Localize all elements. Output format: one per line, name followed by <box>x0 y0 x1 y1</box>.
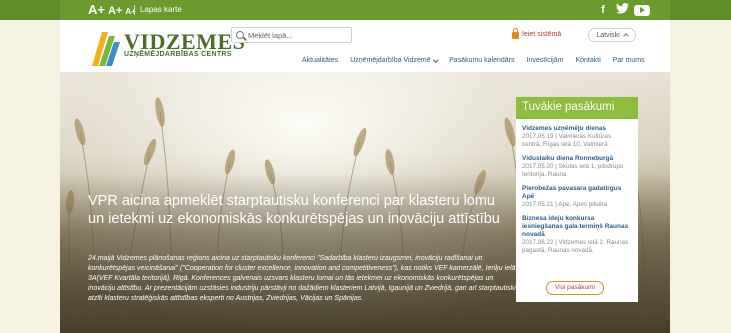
event-title[interactable]: Pierobežas pavasara gadatirgus Apē <box>522 185 632 201</box>
font-size-medium-button[interactable]: A+ <box>108 5 122 17</box>
search-box <box>231 27 352 43</box>
login-label: Ieiet sistēmā <box>522 31 562 38</box>
language-select[interactable]: Latviski <box>588 28 636 42</box>
nav-item-investicijam[interactable]: Investīcijām <box>526 57 563 64</box>
search-input[interactable] <box>248 29 348 41</box>
divider <box>134 5 135 15</box>
login-link[interactable]: Ieiet sistēmā <box>512 28 562 39</box>
event-info: 2017.05.20 | Skolas iela 1, pilsdrupu te… <box>522 163 624 178</box>
twitter-icon[interactable] <box>615 3 629 17</box>
nav-item-pasakumu-kalendars[interactable]: Pasākumu kalendārs <box>449 57 514 64</box>
site-map-link[interactable]: Lapas karte <box>140 5 182 14</box>
nav-item-label: Uzņēmējdarbība Vidzemē <box>350 57 431 64</box>
nav-item-aktualitates[interactable]: Aktualitātes <box>302 57 338 64</box>
event-info: 2017.05.19 | Valmieras Kultūras centrā, … <box>522 133 612 148</box>
lock-icon <box>512 28 519 39</box>
social-links: f <box>596 3 650 17</box>
nav-item-par-mums[interactable]: Par mums <box>613 57 645 64</box>
event-item[interactable]: Viduslaiku diena Ronneburgā 2017.05.20 |… <box>516 155 638 179</box>
hero-text: 24.maijā Vidzemes plānošanas reģions aic… <box>88 255 516 302</box>
font-size-large-button[interactable]: A+ <box>88 2 105 17</box>
hero-title[interactable]: VPR aicina apmeklēt starptautisku konfer… <box>88 192 508 228</box>
event-title[interactable]: Viduslaiku diena Ronneburgā <box>522 155 632 163</box>
chevron-up-icon <box>622 33 629 39</box>
event-item[interactable]: Pierobežas pavasara gadatirgus Apē 2017.… <box>516 185 638 209</box>
main-nav: Aktualitātes Uzņēmējdarbība Vidzemē Pasā… <box>302 57 657 64</box>
event-item[interactable]: Vidzemes uzņēmēju dienas 2017.05.19 | Va… <box>516 125 638 149</box>
event-title[interactable]: Vidzemes uzņēmēju dienas <box>522 125 632 133</box>
events-panel: Tuvākie pasākumi Vidzemes uzņēmēju diena… <box>516 97 638 302</box>
event-info: 2017.06.22 | Vidzemes ielā 2, Raunas pag… <box>522 239 629 254</box>
header: VIDZEMES UZŅĒMĒJDARBĪBAS CENTRS Ieiet si… <box>60 20 670 72</box>
language-label: Latviski <box>596 31 620 39</box>
font-size-controls: A+ A+ A+ <box>88 2 136 17</box>
logo-subtitle: UZŅĒMĒJDARBĪBAS CENTRS <box>124 51 232 58</box>
nav-item-kontakti[interactable]: Kontakti <box>575 57 600 64</box>
all-events-button[interactable]: Visi pasākumi <box>546 281 604 295</box>
events-heading: Tuvākie pasākumi <box>516 97 638 119</box>
logo-icon[interactable] <box>90 28 120 68</box>
youtube-icon[interactable] <box>634 5 650 16</box>
event-title[interactable]: Biznesa ideju konkursa iesniegšanas gala… <box>522 215 632 239</box>
event-info: 2017.05.21 | Ape, Apes pilsēta <box>522 201 607 208</box>
event-item[interactable]: Biznesa ideju konkursa iesniegšanas gala… <box>516 215 638 255</box>
search-icon[interactable] <box>236 31 244 39</box>
facebook-icon[interactable]: f <box>596 3 610 17</box>
chevron-down-icon <box>432 57 438 62</box>
nav-item-uznemejdarbiba[interactable]: Uzņēmējdarbība Vidzemē <box>350 57 438 64</box>
